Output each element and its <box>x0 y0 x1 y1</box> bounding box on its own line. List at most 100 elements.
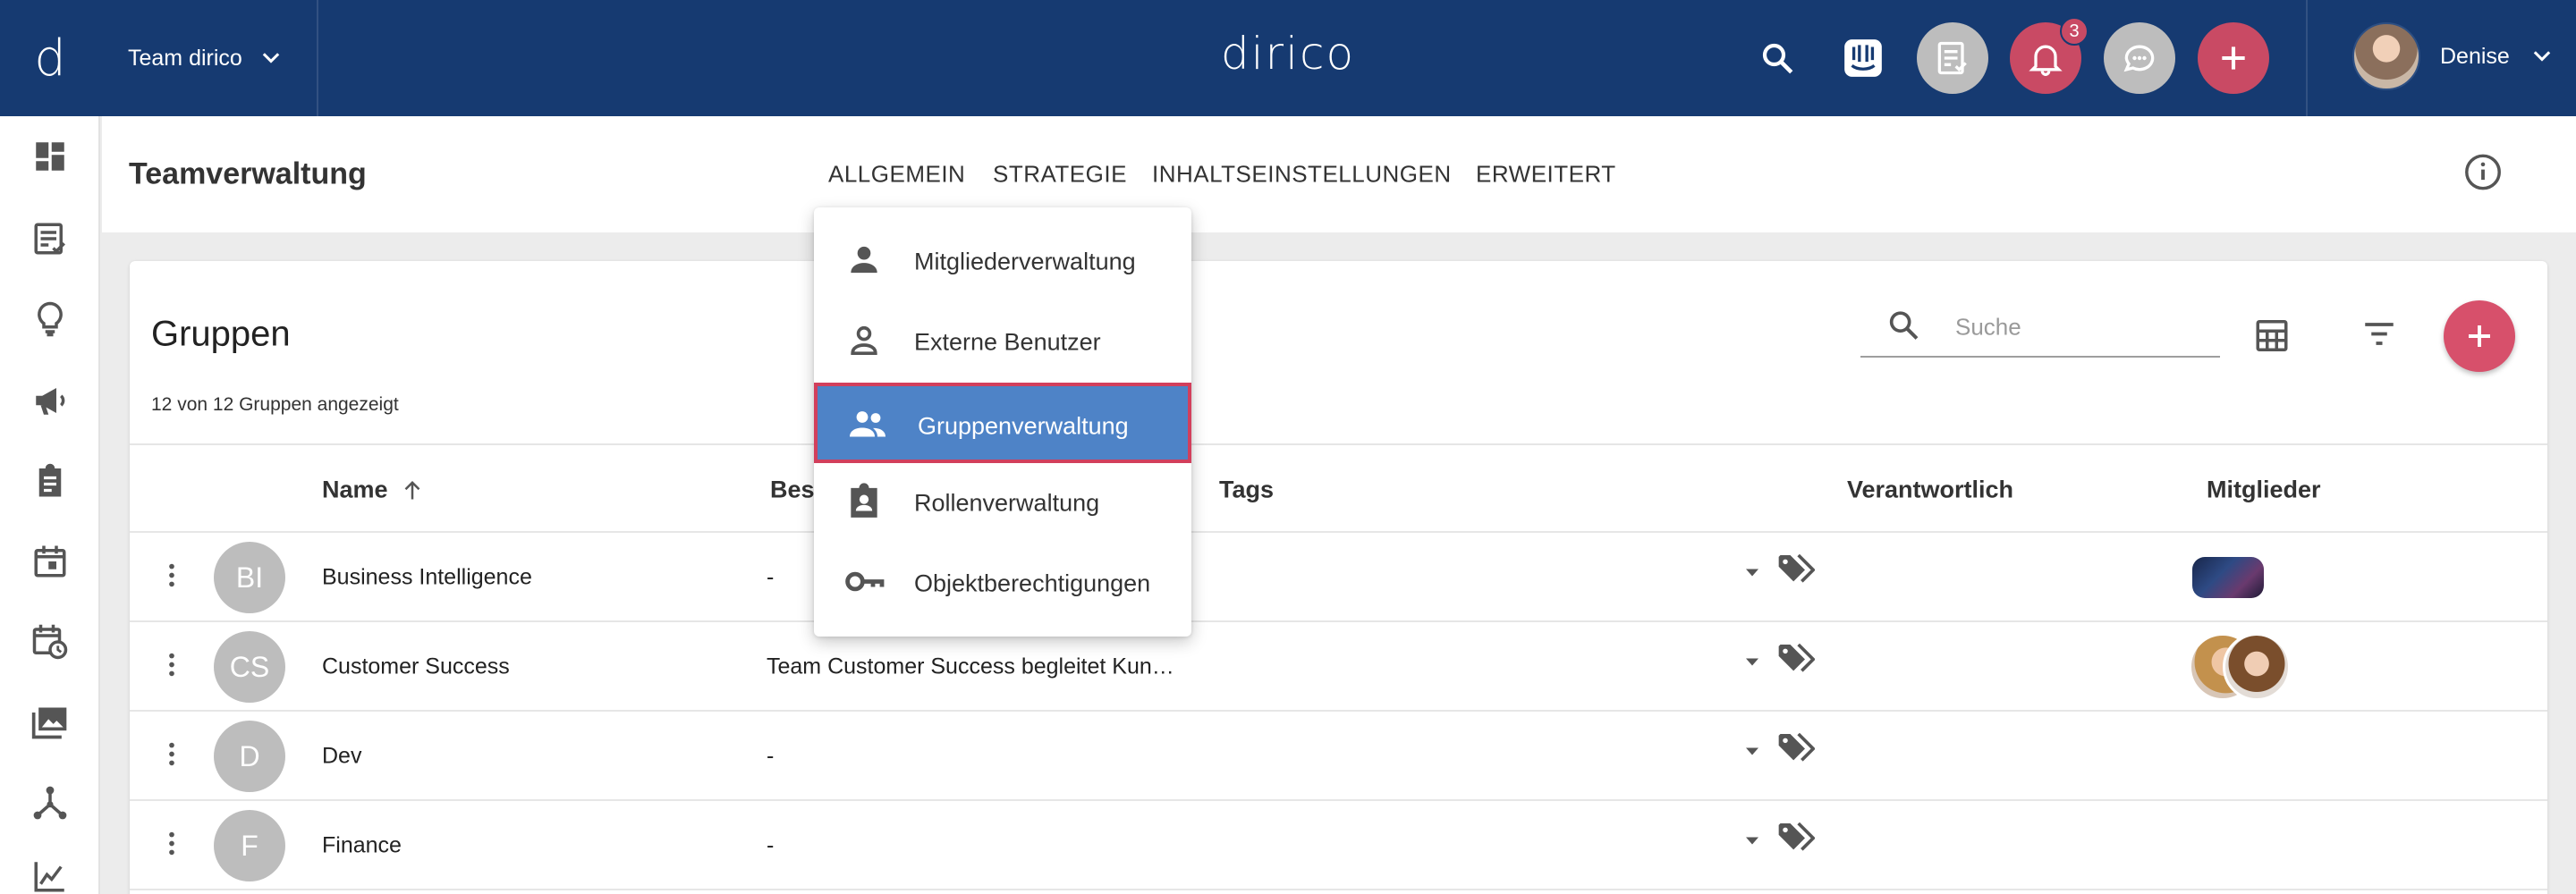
column-responsible-header[interactable]: Verantwortlich <box>1847 477 2013 504</box>
info-icon <box>2465 154 2501 190</box>
caret-down-icon <box>1746 658 1758 666</box>
group-description: - <box>767 564 775 590</box>
menu-item-label: Objektberechtigungen <box>914 569 1151 597</box>
hierarchy-icon <box>33 786 67 820</box>
intercom-button[interactable] <box>1841 36 1885 80</box>
app-logo[interactable]: d <box>0 0 100 116</box>
chevron-down-icon <box>262 53 280 63</box>
table-row[interactable]: D Dev - <box>130 712 2547 801</box>
sidebar-item-briefings[interactable] <box>19 450 81 512</box>
more-vertical-icon <box>169 831 174 856</box>
add-group-button[interactable] <box>2444 300 2515 372</box>
tag-dropdown-button[interactable] <box>1741 651 1763 677</box>
intercom-icon <box>1844 39 1882 77</box>
column-description-header[interactable]: Bes <box>770 477 815 504</box>
info-button[interactable] <box>2462 152 2504 198</box>
key-icon <box>843 561 886 608</box>
sidebar-item-assets[interactable] <box>19 691 81 754</box>
topbar-divider <box>317 0 318 116</box>
member-avatar <box>2223 633 2291 701</box>
groups-count: 12 von 12 Gruppen angezeigt <box>151 394 399 415</box>
tab-strategie[interactable]: STRATEGIE <box>993 161 1127 189</box>
sidebar-item-ideas[interactable] <box>19 288 81 350</box>
menu-item-mitgliederverwaltung[interactable]: Mitgliederverwaltung <box>814 222 1191 302</box>
group-description: - <box>767 832 775 858</box>
column-name-header[interactable]: Name <box>322 477 426 504</box>
tab-allgemein[interactable]: ALLGEMEIN <box>828 161 965 189</box>
table-row[interactable]: CS Customer Success Team Customer Succes… <box>130 622 2547 712</box>
user-menu[interactable]: Denise <box>2352 22 2555 90</box>
group-name: Finance <box>322 832 402 858</box>
sidebar-item-calendar[interactable] <box>19 530 81 593</box>
tags-icon[interactable] <box>1775 819 1816 863</box>
search-icon <box>1885 308 1921 348</box>
sidebar-item-schedule[interactable] <box>19 611 81 673</box>
calendar-clock-icon <box>32 624 68 660</box>
menu-item-label: Externe Benutzer <box>914 328 1101 356</box>
plus-icon <box>2469 325 2490 347</box>
chat-button[interactable] <box>2104 22 2175 94</box>
sort-ascending-icon <box>404 480 419 499</box>
tags-icon[interactable] <box>1775 640 1816 684</box>
caret-down-icon <box>1746 569 1758 577</box>
column-tags-header[interactable]: Tags <box>1219 477 1274 504</box>
column-settings-button[interactable] <box>2253 317 2291 359</box>
notification-badge: 3 <box>2060 17 2089 46</box>
tags-icon[interactable] <box>1775 551 1816 595</box>
row-menu-button[interactable] <box>157 829 187 864</box>
caret-down-icon <box>1746 747 1758 755</box>
member-avatar <box>2192 557 2264 598</box>
sidebar-item-campaigns[interactable] <box>19 369 81 432</box>
group-avatar: BI <box>214 542 285 613</box>
user-name: Denise <box>2440 43 2510 69</box>
filter-button[interactable] <box>2360 316 2398 358</box>
menu-item-gruppenverwaltung[interactable]: Gruppenverwaltung <box>814 383 1191 463</box>
plus-icon <box>2222 46 2245 70</box>
tasks-button[interactable] <box>1917 22 1988 94</box>
group-name: Customer Success <box>322 654 510 679</box>
tab-erweitert[interactable]: ERWEITERT <box>1476 161 1616 189</box>
tab-inhaltseinstellungen[interactable]: INHALTSEINSTELLUNGEN <box>1152 161 1452 189</box>
group-avatar: D <box>214 721 285 792</box>
task-list-icon <box>1937 41 1967 75</box>
lightbulb-icon <box>38 301 63 337</box>
sidebar-item-analytics[interactable] <box>19 845 81 894</box>
dashboard-icon <box>36 142 64 171</box>
group-name: Business Intelligence <box>322 564 532 590</box>
clipboard-icon <box>38 463 62 497</box>
page-header: Teamverwaltung ALLGEMEIN STRATEGIE INHAL… <box>102 116 2576 232</box>
allgemein-dropdown-menu: Mitgliederverwaltung Externe Benutzer Gr… <box>814 207 1191 637</box>
column-name-label: Name <box>322 476 388 503</box>
person-outline-icon <box>844 321 884 365</box>
tags-icon[interactable] <box>1775 730 1816 773</box>
group-description: - <box>767 743 775 769</box>
table-row[interactable]: F Finance - <box>130 801 2547 890</box>
row-menu-button[interactable] <box>157 650 187 685</box>
sidebar-item-dashboard[interactable] <box>19 125 81 188</box>
group-avatar: F <box>214 810 285 881</box>
group-description: Team Customer Success begleitet Kun… <box>767 654 1174 679</box>
sidebar-item-structure[interactable] <box>19 772 81 834</box>
search-button[interactable] <box>1758 39 1796 77</box>
row-menu-button[interactable] <box>157 561 187 595</box>
search-input[interactable]: Suche <box>1860 304 2220 358</box>
search-placeholder: Suche <box>1955 313 2021 341</box>
filter-icon <box>2365 323 2394 345</box>
tag-dropdown-button[interactable] <box>1741 561 1763 587</box>
sidebar-item-tasks[interactable] <box>19 207 81 270</box>
menu-item-rollenverwaltung[interactable]: Rollenverwaltung <box>814 463 1191 544</box>
team-switcher[interactable]: Team dirico <box>128 0 284 116</box>
tag-dropdown-button[interactable] <box>1741 740 1763 766</box>
more-vertical-icon <box>169 563 174 587</box>
menu-item-externe-benutzer[interactable]: Externe Benutzer <box>814 302 1191 383</box>
more-vertical-icon <box>169 653 174 677</box>
team-switcher-label: Team dirico <box>128 45 242 71</box>
calendar-icon <box>34 545 66 578</box>
row-menu-button[interactable] <box>157 739 187 774</box>
table-row[interactable]: BI Business Intelligence - <box>130 533 2547 622</box>
column-members-header[interactable]: Mitglieder <box>2207 477 2321 504</box>
menu-item-objektberechtigungen[interactable]: Objektberechtigungen <box>814 544 1191 624</box>
create-button[interactable] <box>2198 22 2269 94</box>
tag-dropdown-button[interactable] <box>1741 830 1763 856</box>
chevron-down-icon <box>2533 51 2551 62</box>
